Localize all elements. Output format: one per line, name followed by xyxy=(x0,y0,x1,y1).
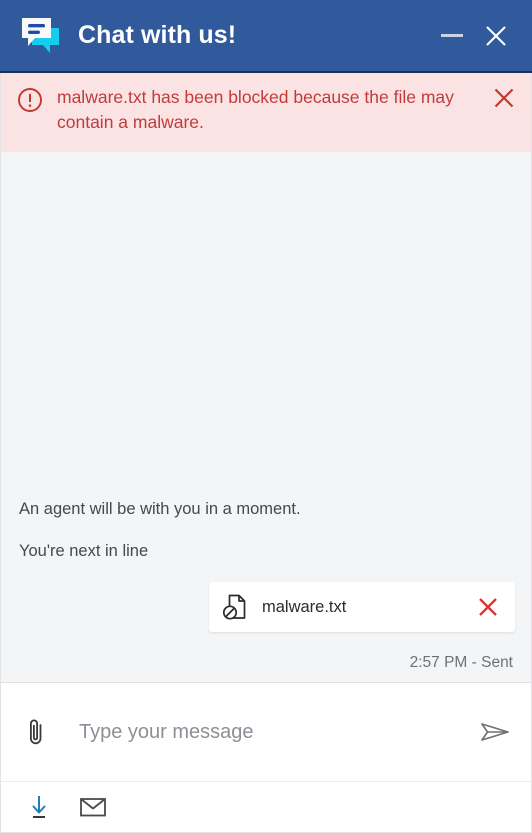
status-badge: 2:57 PM - Sent xyxy=(409,654,513,671)
minimize-button[interactable] xyxy=(430,14,474,58)
download-transcript-icon xyxy=(32,796,46,818)
close-window-button[interactable] xyxy=(474,14,518,58)
minimize-icon xyxy=(441,34,463,37)
blocked-file-icon xyxy=(222,593,248,621)
close-icon xyxy=(494,88,514,108)
message-status-row: 2:57 PM - Sent xyxy=(17,654,515,672)
close-icon xyxy=(479,598,497,616)
attachment-card[interactable]: malware.txt xyxy=(209,582,515,632)
dismiss-banner-button[interactable] xyxy=(487,86,521,116)
system-message: An agent will be with you in a moment. xyxy=(19,500,301,518)
window-header: Chat with us! xyxy=(0,0,532,73)
email-transcript-icon xyxy=(80,798,106,817)
footer-toolbar xyxy=(0,781,532,833)
paperclip-icon xyxy=(30,719,42,745)
page-title: Chat with us! xyxy=(78,21,237,49)
download-transcript-button[interactable] xyxy=(19,788,59,826)
chat-widget: Chat with us! malware.txt has been block… xyxy=(0,0,532,833)
chat-transcript: An agent will be with you in a moment. Y… xyxy=(0,152,532,683)
attachment-row: malware.txt xyxy=(17,582,515,632)
send-paper-plane-icon xyxy=(481,723,509,741)
message-input[interactable] xyxy=(55,712,473,752)
email-transcript-button[interactable] xyxy=(73,788,113,826)
system-message: You're next in line xyxy=(19,542,149,560)
attach-file-button[interactable] xyxy=(17,712,55,752)
send-message-button[interactable] xyxy=(473,711,517,753)
remove-attachment-button[interactable] xyxy=(475,594,501,620)
alert-circle-icon xyxy=(17,87,43,113)
banner-message: malware.txt has been blocked because the… xyxy=(57,87,454,132)
message-composer xyxy=(0,683,532,781)
blocked-file-banner: malware.txt has been blocked because the… xyxy=(0,73,532,152)
chat-bubbles-icon xyxy=(18,14,64,58)
attachment-filename: malware.txt xyxy=(262,597,347,616)
close-icon xyxy=(486,25,506,46)
